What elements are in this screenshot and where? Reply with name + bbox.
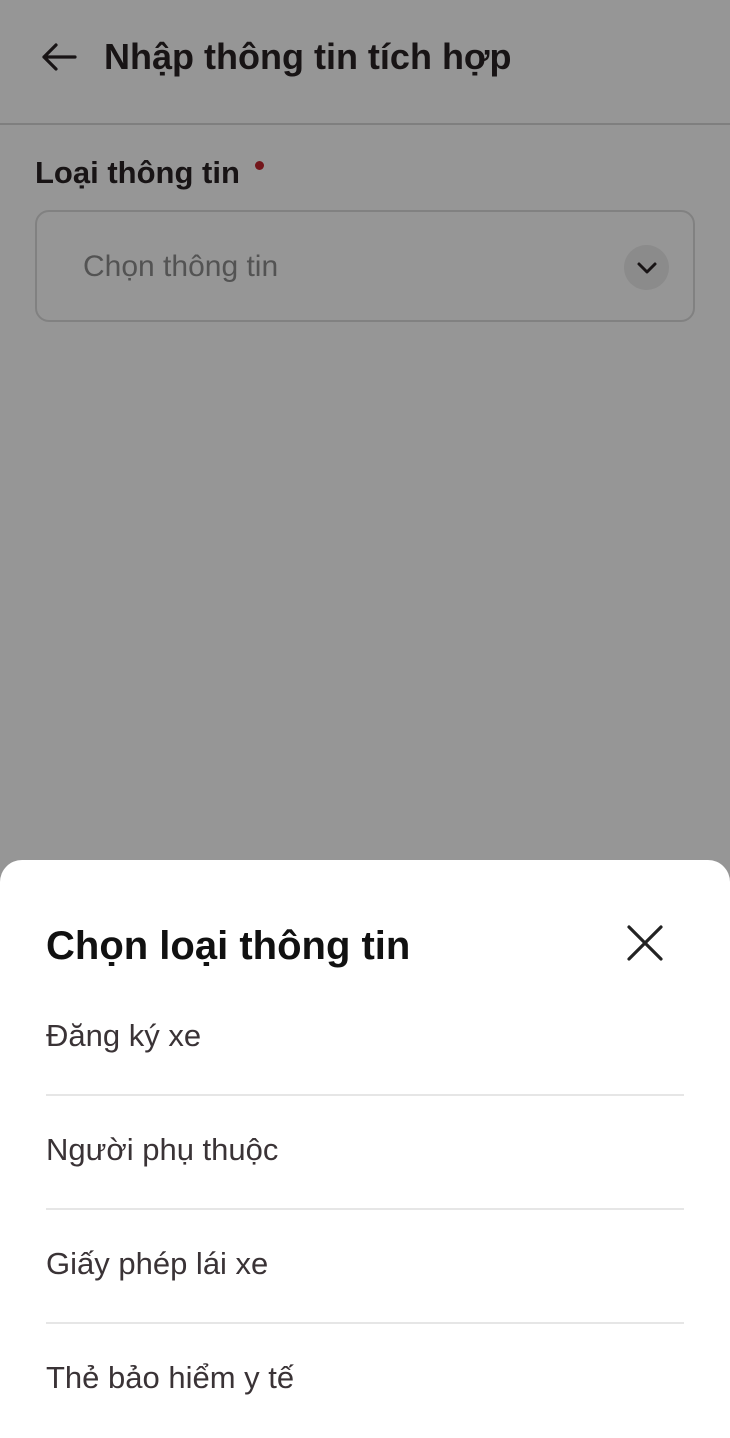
option-label: Người phụ thuộc: [46, 1132, 279, 1167]
option-driving-license[interactable]: Giấy phép lái xe: [46, 1210, 684, 1324]
option-list: Đăng ký xe Người phụ thuộc Giấy phép lái…: [46, 982, 684, 1438]
sheet-title: Chọn loại thông tin: [46, 924, 411, 968]
option-health-insurance-card[interactable]: Thẻ bảo hiểm y tế: [46, 1324, 684, 1438]
close-icon: [626, 924, 664, 967]
option-label: Đăng ký xe: [46, 1018, 202, 1053]
close-button[interactable]: [620, 920, 670, 970]
option-label: Giấy phép lái xe: [46, 1246, 269, 1281]
option-label: Thẻ bảo hiểm y tế: [46, 1360, 295, 1395]
option-dependent[interactable]: Người phụ thuộc: [46, 1096, 684, 1210]
bottom-sheet: Chọn loại thông tin Đăng ký xe Người phụ…: [0, 860, 730, 1431]
option-vehicle-registration[interactable]: Đăng ký xe: [46, 982, 684, 1096]
